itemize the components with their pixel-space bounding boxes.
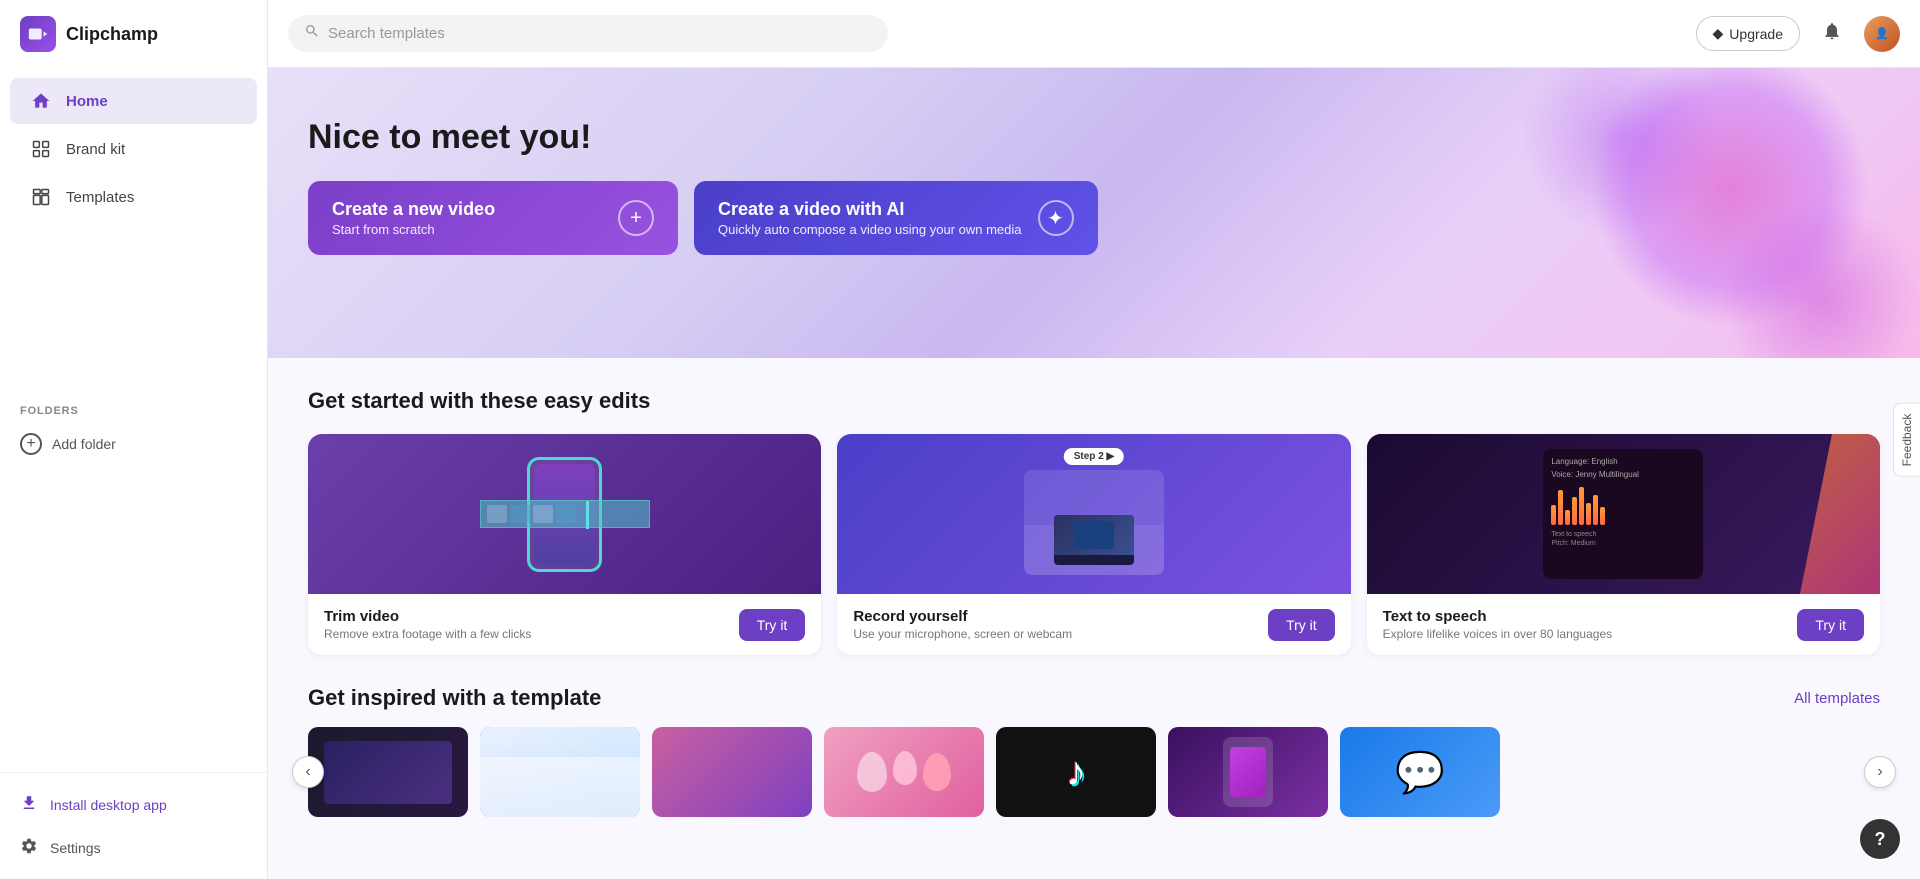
easy-edits-title: Get started with these easy edits	[308, 388, 1880, 414]
record-visual: Step 2 ▶	[837, 434, 1350, 594]
folders-section: FOLDERS	[0, 391, 267, 423]
trim-visual	[308, 434, 821, 594]
sidebar-item-brand-kit-label: Brand kit	[66, 141, 125, 158]
create-ai-video-button[interactable]: Create a video with AI Quickly auto comp…	[694, 181, 1098, 255]
btn-ai-sub: Quickly auto compose a video using your …	[718, 222, 1022, 237]
template-card-3[interactable]	[652, 727, 812, 817]
home-icon	[30, 90, 52, 112]
search-icon	[304, 23, 320, 44]
tts-thumb: Language: English Voice: Jenny Multiling…	[1367, 434, 1880, 594]
sidebar-bottom: Install desktop app Settings	[0, 772, 267, 879]
tts-card-sub: Explore lifelike voices in over 80 langu…	[1383, 627, 1612, 641]
btn-new-sub: Start from scratch	[332, 222, 495, 237]
add-folder-plus-icon: +	[20, 433, 42, 455]
search-input[interactable]	[328, 25, 872, 42]
topbar: ◆ Upgrade 👤	[268, 0, 1920, 68]
template-card-4[interactable]	[824, 727, 984, 817]
help-button[interactable]: ?	[1860, 819, 1900, 859]
template-carousel: ‹	[308, 727, 1880, 817]
record-try-button[interactable]: Try it	[1268, 609, 1335, 641]
record-card-body: Record yourself Use your microphone, scr…	[837, 594, 1350, 655]
template-card-5[interactable]: ♪ ♪ ♪	[996, 727, 1156, 817]
logo[interactable]: Clipchamp	[0, 0, 267, 68]
sidebar: Clipchamp Home Brand kit	[0, 0, 268, 879]
topbar-right: ◆ Upgrade 👤	[1696, 16, 1900, 52]
logo-icon	[20, 16, 56, 52]
templates-section: Get inspired with a template All templat…	[268, 685, 1920, 847]
bell-icon	[1822, 21, 1842, 46]
chevron-left-icon: ‹	[305, 763, 310, 781]
tts-card-info: Text to speech Explore lifelike voices i…	[1383, 608, 1612, 641]
record-card-info: Record yourself Use your microphone, scr…	[853, 608, 1072, 641]
sparkle-icon: ✦	[1038, 200, 1074, 236]
btn-ai-content: Create a video with AI Quickly auto comp…	[718, 199, 1022, 237]
btn-ai-title: Create a video with AI	[718, 199, 1022, 220]
template-card-6[interactable]	[1168, 727, 1328, 817]
settings-button[interactable]: Settings	[0, 826, 267, 869]
templates-section-title: Get inspired with a template	[308, 685, 601, 711]
record-card-title: Record yourself	[853, 608, 1072, 625]
upgrade-button[interactable]: ◆ Upgrade	[1696, 16, 1800, 51]
record-yourself-card: Step 2 ▶	[837, 434, 1350, 655]
sidebar-item-home-label: Home	[66, 93, 108, 110]
trim-thumb	[308, 434, 821, 594]
carousel-prev-button[interactable]: ‹	[292, 756, 324, 788]
trim-card-title: Trim video	[324, 608, 531, 625]
user-avatar[interactable]: 👤	[1864, 16, 1900, 52]
notification-button[interactable]	[1814, 16, 1850, 52]
chevron-right-icon: ›	[1877, 763, 1882, 781]
easy-edits-grid: Trim video Remove extra footage with a f…	[308, 434, 1880, 655]
trim-card-body: Trim video Remove extra footage with a f…	[308, 594, 821, 655]
template-header: Get inspired with a template All templat…	[308, 685, 1880, 711]
diamond-icon: ◆	[1713, 25, 1724, 42]
add-folder-label: Add folder	[52, 436, 116, 452]
upgrade-label: Upgrade	[1729, 26, 1783, 42]
help-label: ?	[1875, 829, 1886, 850]
trim-try-button[interactable]: Try it	[739, 609, 806, 641]
main-area: ◆ Upgrade 👤 Nice to meet you!	[268, 0, 1920, 879]
trim-video-card: Trim video Remove extra footage with a f…	[308, 434, 821, 655]
btn-new-title: Create a new video	[332, 199, 495, 220]
tts-card-body: Text to speech Explore lifelike voices i…	[1367, 594, 1880, 655]
sidebar-nav: Home Brand kit	[0, 68, 267, 391]
install-icon	[20, 794, 38, 815]
sidebar-item-templates[interactable]: Templates	[10, 174, 257, 220]
trim-card-sub: Remove extra footage with a few clicks	[324, 627, 531, 641]
trim-card-info: Trim video Remove extra footage with a f…	[324, 608, 531, 641]
sidebar-item-home[interactable]: Home	[10, 78, 257, 124]
template-card-7[interactable]: 💬	[1340, 727, 1500, 817]
create-new-video-button[interactable]: Create a new video Start from scratch +	[308, 181, 678, 255]
text-to-speech-card: Language: English Voice: Jenny Multiling…	[1367, 434, 1880, 655]
feedback-tab[interactable]: Feedback	[1893, 402, 1920, 477]
content-area: Nice to meet you! Create a new video Sta…	[268, 68, 1920, 879]
carousel-next-button[interactable]: ›	[1864, 756, 1896, 788]
plus-circle-icon: +	[618, 200, 654, 236]
record-card-sub: Use your microphone, screen or webcam	[853, 627, 1072, 641]
folders-label: FOLDERS	[20, 405, 79, 417]
sidebar-item-brand-kit[interactable]: Brand kit	[10, 126, 257, 172]
record-thumb: Step 2 ▶	[837, 434, 1350, 594]
btn-new-content: Create a new video Start from scratch	[332, 199, 495, 237]
sidebar-item-templates-label: Templates	[66, 189, 134, 206]
tts-visual: Language: English Voice: Jenny Multiling…	[1367, 434, 1880, 594]
feedback-label: Feedback	[1900, 413, 1914, 466]
templates-icon	[30, 186, 52, 208]
avatar-initials: 👤	[1875, 27, 1889, 40]
brand-kit-icon	[30, 138, 52, 160]
hero-banner: Nice to meet you! Create a new video Sta…	[268, 68, 1920, 358]
easy-edits-section: Get started with these easy edits	[268, 358, 1920, 685]
logo-text: Clipchamp	[66, 24, 158, 45]
install-label: Install desktop app	[50, 797, 167, 813]
search-box[interactable]	[288, 15, 888, 52]
tts-card-title: Text to speech	[1383, 608, 1612, 625]
install-desktop-button[interactable]: Install desktop app	[0, 783, 267, 826]
settings-icon	[20, 837, 38, 858]
template-cards: ♪ ♪ ♪	[308, 727, 1880, 817]
add-folder-button[interactable]: + Add folder	[0, 423, 267, 465]
template-card-2[interactable]	[480, 727, 640, 817]
tts-try-button[interactable]: Try it	[1797, 609, 1864, 641]
template-card-1[interactable]	[308, 727, 468, 817]
settings-label: Settings	[50, 840, 101, 856]
all-templates-link[interactable]: All templates	[1794, 690, 1880, 707]
